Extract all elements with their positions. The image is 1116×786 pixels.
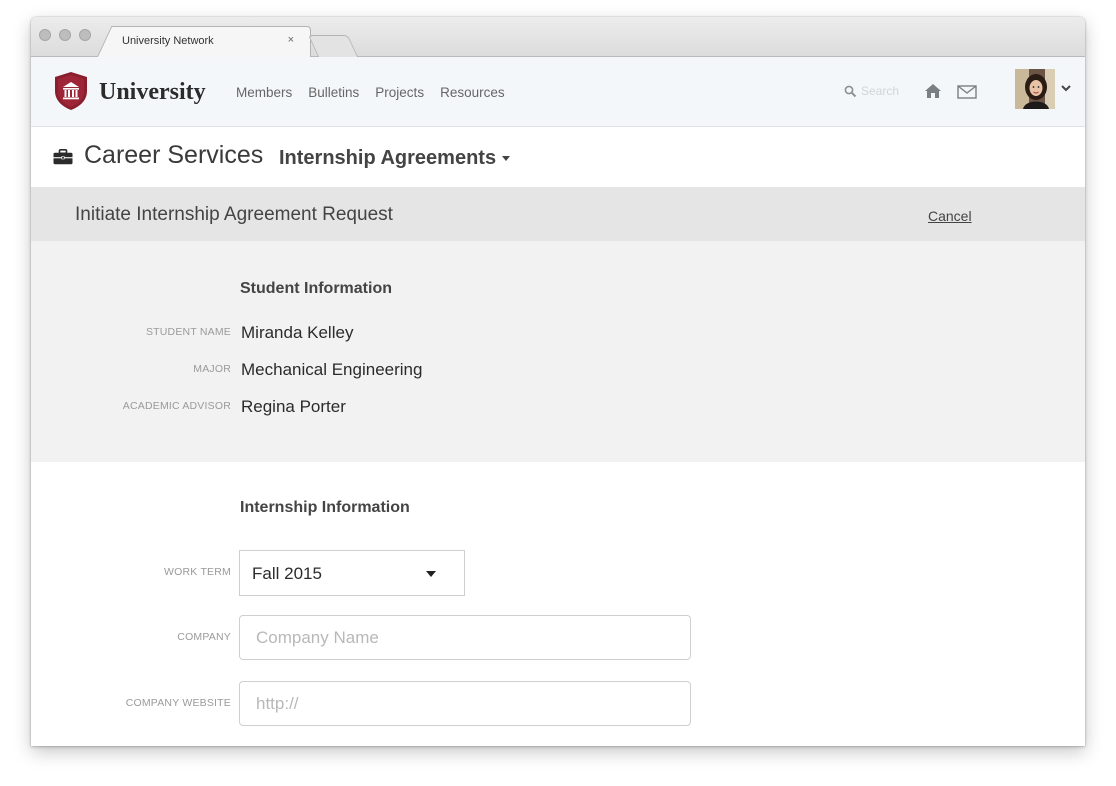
caret-down-icon	[502, 156, 511, 162]
academic-advisor-value: Regina Porter	[241, 397, 346, 416]
user-avatar[interactable]	[1015, 69, 1055, 109]
company-website-input[interactable]	[239, 681, 691, 726]
student-info-heading: Student Information	[240, 280, 392, 297]
briefcase-icon	[53, 149, 73, 165]
mail-icon[interactable]	[957, 85, 977, 99]
nav-resources[interactable]: Resources	[440, 85, 505, 100]
student-information-panel	[31, 241, 1085, 462]
university-logo-icon[interactable]	[53, 71, 89, 111]
company-website-label: COMPANY WEBSITE	[125, 697, 231, 709]
work-term-label: WORK TERM	[164, 566, 231, 578]
section-dropdown[interactable]: Internship Agreements	[279, 147, 511, 170]
section-title: Career Services	[84, 141, 264, 169]
major-value: Mechanical Engineering	[241, 360, 423, 379]
search-icon[interactable]	[844, 85, 857, 98]
new-tab-button[interactable]	[307, 35, 359, 57]
tab-close-icon[interactable]: ×	[288, 34, 294, 46]
caret-down-icon	[426, 571, 436, 577]
academic-advisor-label: ACADEMIC ADVISOR	[122, 400, 231, 412]
chevron-down-icon[interactable]	[1060, 83, 1072, 93]
main-nav: Members Bulletins Projects Resources	[236, 85, 521, 100]
work-term-value: Fall 2015	[252, 564, 322, 583]
cancel-link[interactable]: Cancel	[928, 208, 972, 224]
zoom-window-button[interactable]	[79, 29, 91, 41]
browser-window: University Network × University Members …	[31, 17, 1085, 746]
major-label: MAJOR	[193, 363, 231, 375]
tab-title: University Network	[122, 35, 214, 47]
minimize-window-button[interactable]	[59, 29, 71, 41]
company-input[interactable]	[239, 615, 691, 660]
student-name-label: STUDENT NAME	[145, 326, 231, 338]
section-dropdown-label: Internship Agreements	[279, 147, 497, 169]
nav-members[interactable]: Members	[236, 85, 292, 100]
company-label: COMPANY	[177, 631, 231, 643]
brand-name[interactable]: University	[99, 79, 206, 106]
browser-tab[interactable]: University Network ×	[111, 26, 311, 57]
search-input[interactable]: Search	[861, 84, 899, 98]
nav-projects[interactable]: Projects	[375, 85, 424, 100]
page-title: Initiate Internship Agreement Request	[75, 204, 393, 225]
home-icon[interactable]	[924, 83, 942, 99]
work-term-select[interactable]: Fall 2015	[239, 550, 465, 596]
close-window-button[interactable]	[39, 29, 51, 41]
internship-info-heading: Internship Information	[240, 499, 410, 516]
student-name-value: Miranda Kelley	[241, 323, 354, 342]
app-header: University Members Bulletins Projects Re…	[31, 57, 1085, 127]
nav-bulletins[interactable]: Bulletins	[308, 85, 359, 100]
browser-chrome: University Network ×	[31, 17, 1085, 57]
